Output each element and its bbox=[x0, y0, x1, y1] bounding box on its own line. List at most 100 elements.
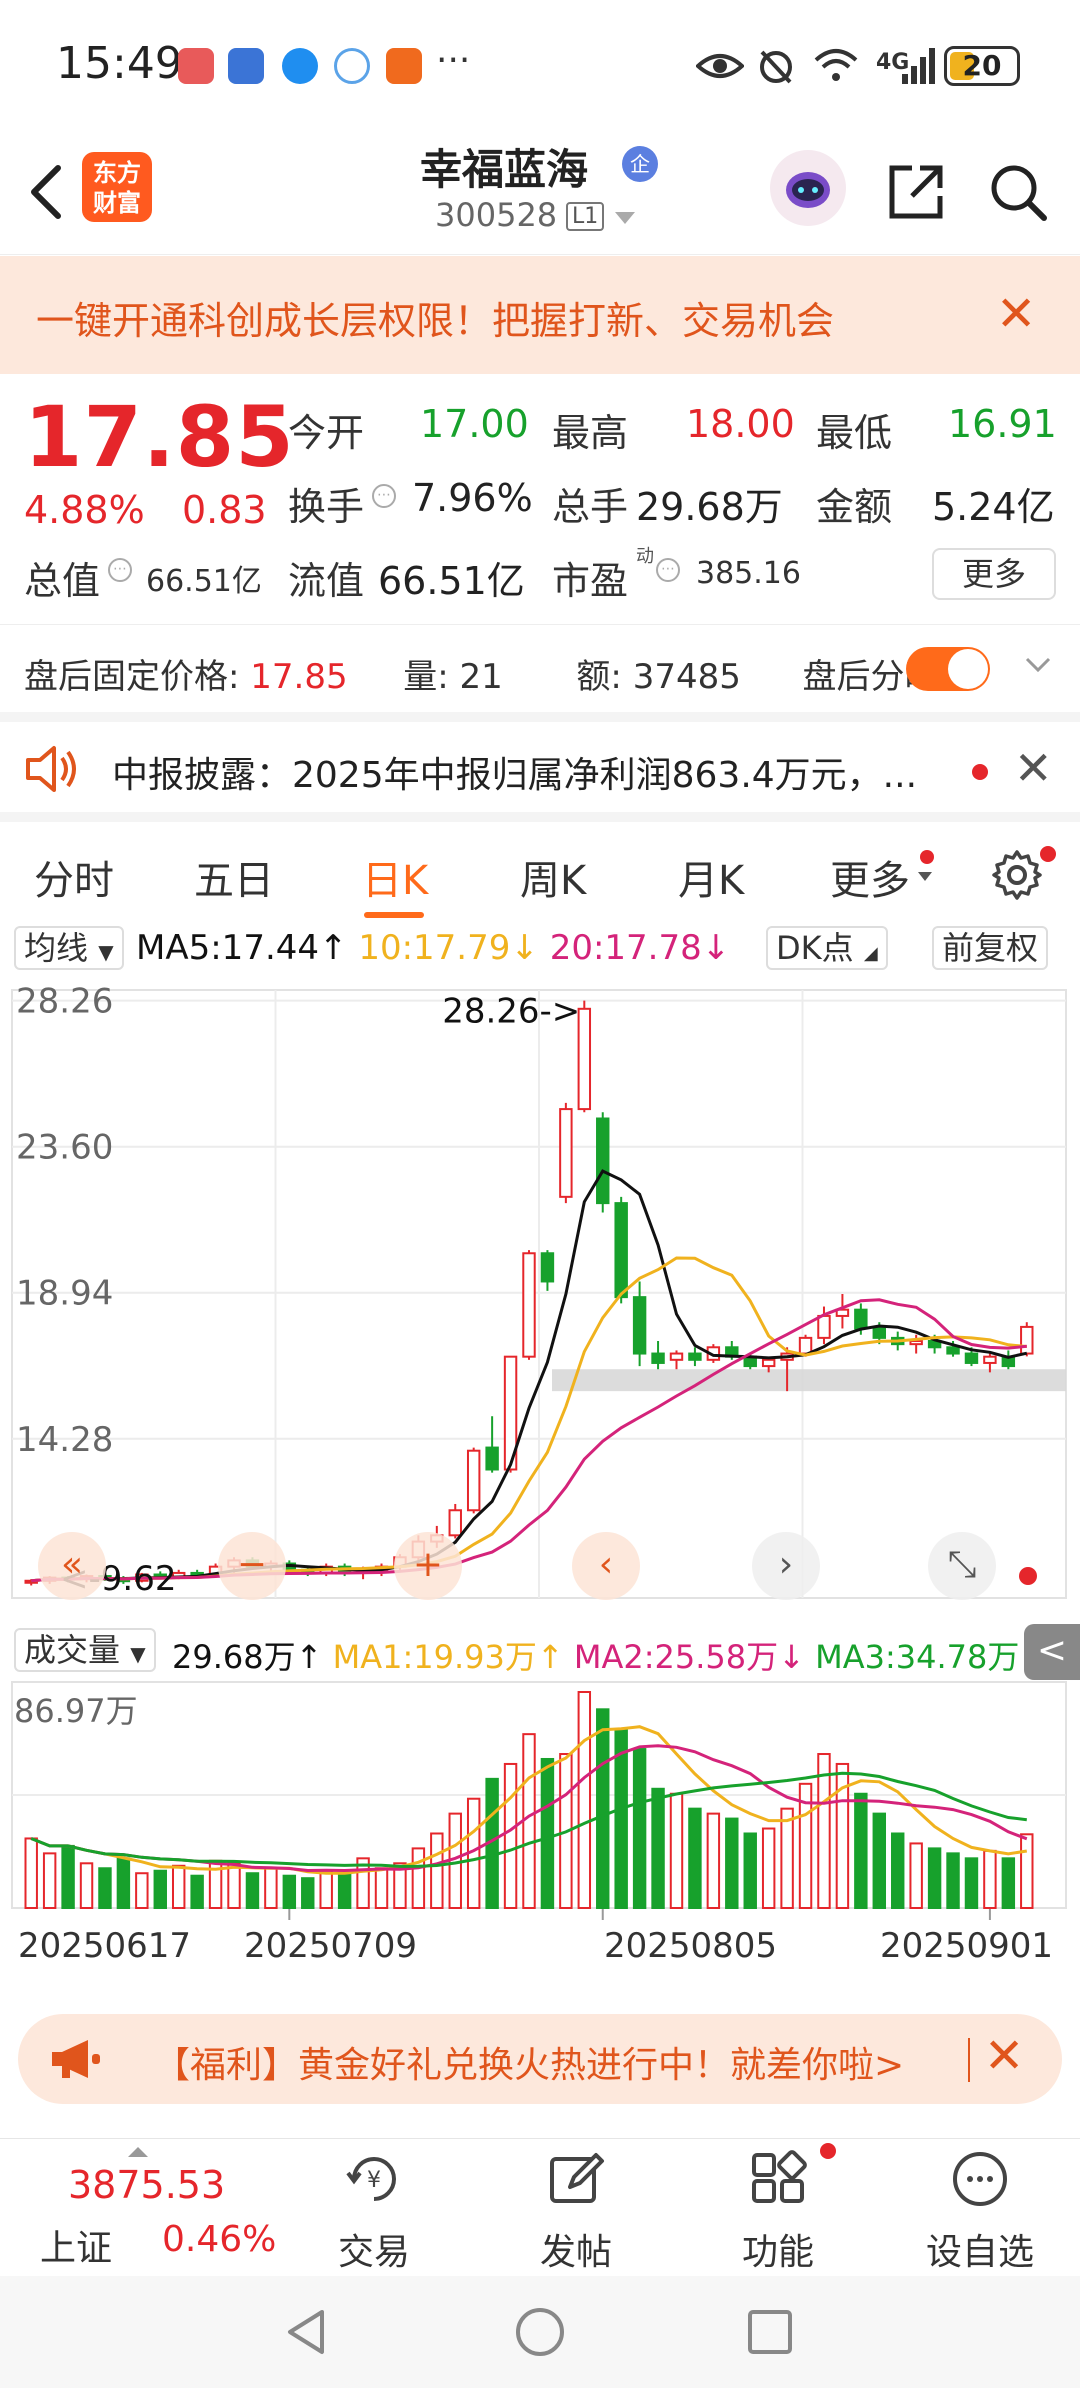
welfare-text[interactable]: 【福利】黄金好礼兑换火热进行中！就差你啦> bbox=[154, 2036, 974, 2088]
ma5-value: MA5:17.44↑ bbox=[136, 928, 348, 968]
brand-logo-line2: 财富 bbox=[93, 189, 141, 217]
volume-bar bbox=[135, 1872, 149, 1909]
dk-point-button[interactable]: DK点 ◢ bbox=[766, 926, 888, 970]
volume-bar bbox=[301, 1877, 315, 1909]
nav-functions[interactable]: 功能 bbox=[708, 2223, 848, 2275]
post-icon[interactable] bbox=[546, 2149, 606, 2209]
volume-bar bbox=[227, 1862, 241, 1909]
share-icon[interactable] bbox=[884, 160, 948, 224]
volume-bar bbox=[909, 1842, 923, 1910]
tab-daily-k[interactable]: 日K bbox=[362, 848, 428, 906]
gear-icon[interactable] bbox=[990, 848, 1044, 902]
pe-info-icon[interactable]: ⋯ bbox=[656, 558, 680, 582]
promo-text[interactable]: 一键开通科创成长层权限！把握打新、交易机会 bbox=[36, 290, 834, 345]
search-icon[interactable] bbox=[986, 160, 1050, 224]
candle-body bbox=[448, 1509, 462, 1537]
volume-select[interactable]: 成交量 ▼ bbox=[14, 1628, 156, 1672]
kline-chart[interactable]: 28.26 23.60 18.94 14.28 28.26-><-9.62 86.97… bbox=[0, 978, 1080, 1998]
news-text[interactable]: 中报披露：2025年中报归属净利润863.4万元，... bbox=[112, 746, 917, 798]
system-home-icon[interactable] bbox=[514, 2306, 566, 2358]
welfare-banner[interactable]: 【福利】黄金好礼兑换火热进行中！就差你啦> ✕ bbox=[18, 2014, 1062, 2104]
index-change-pct[interactable]: 0.46% bbox=[162, 2219, 276, 2260]
volume-bar bbox=[79, 1862, 94, 1909]
volume-bar bbox=[927, 1847, 942, 1910]
support-band bbox=[552, 1369, 1066, 1392]
nav-add-watchlist[interactable]: 设自选 bbox=[910, 2223, 1050, 2275]
y-tick-label: 28.26 bbox=[16, 982, 113, 1022]
tab-five-day[interactable]: 五日 bbox=[194, 848, 274, 906]
candle-body bbox=[632, 1296, 647, 1355]
loan-app-icon bbox=[386, 48, 422, 84]
code-dropdown-icon[interactable] bbox=[615, 212, 635, 224]
nav-trade[interactable]: 交易 bbox=[304, 2223, 444, 2275]
stock-code[interactable]: 300528 bbox=[435, 196, 557, 234]
ai-robot-icon[interactable] bbox=[770, 150, 846, 226]
status-bar: 15:49 ··· 4G 20 bbox=[0, 0, 1080, 130]
volume-bar bbox=[430, 1832, 444, 1910]
brand-logo[interactable]: 东方 财富 bbox=[82, 152, 152, 222]
candle-body bbox=[466, 1449, 481, 1512]
chevron-down-icon[interactable] bbox=[1024, 651, 1052, 679]
ma-values: MA5:17.44↑ 10:17.79↓ 20:17.78↓ bbox=[136, 928, 730, 968]
amount-label: 金额 bbox=[816, 485, 893, 529]
index-value[interactable]: 3875.53 bbox=[68, 2163, 225, 2207]
volume-bar bbox=[596, 1708, 610, 1909]
news-bar[interactable]: 中报披露：2025年中报归属净利润863.4万元，... ✕ bbox=[0, 712, 1080, 812]
chart-nav-icon: ⤡ bbox=[948, 1544, 977, 1585]
alarm-off-icon bbox=[760, 50, 792, 84]
turnover-value: 7.96% bbox=[412, 476, 533, 520]
nav-post[interactable]: 发帖 bbox=[506, 2223, 646, 2275]
apps-icon[interactable] bbox=[748, 2149, 808, 2209]
eye-icon bbox=[696, 54, 744, 78]
candle-body bbox=[651, 1352, 665, 1364]
promo-banner[interactable]: 一键开通科创成长层权限！把握打新、交易机会 ✕ bbox=[0, 256, 1080, 374]
volume-bar bbox=[61, 1844, 75, 1909]
market-cap-info-icon[interactable]: ⋯ bbox=[108, 558, 132, 582]
bottom-nav: 3875.53 上证 0.46% ¥ 交易 发帖 功能 设自选 bbox=[0, 2138, 1080, 2274]
index-expand-icon[interactable] bbox=[128, 2147, 148, 2157]
volume-bar bbox=[688, 1807, 702, 1909]
support-zone bbox=[552, 1369, 1066, 1392]
volume-bar bbox=[891, 1832, 905, 1910]
market-cap-label: 总值 bbox=[24, 559, 101, 603]
volume-select-caret-icon: ▼ bbox=[130, 1642, 146, 1666]
tab-monthly-k[interactable]: 月K bbox=[678, 848, 744, 906]
ma-select[interactable]: 均线 ▼ bbox=[14, 926, 124, 970]
system-back-icon[interactable] bbox=[282, 2306, 330, 2358]
tab-more[interactable]: 更多 bbox=[830, 848, 910, 906]
promo-close-icon[interactable]: ✕ bbox=[996, 286, 1036, 342]
candle-body bbox=[540, 1252, 555, 1283]
volume-bar bbox=[264, 1867, 278, 1909]
tab-intraday[interactable]: 分时 bbox=[34, 848, 114, 906]
volume-value: 29.68万↑ bbox=[172, 1638, 323, 1676]
volume-bar bbox=[577, 1691, 592, 1909]
index-name[interactable]: 上证 bbox=[40, 2219, 112, 2271]
level-badge[interactable]: L1 bbox=[566, 202, 605, 231]
welfare-close-icon[interactable]: ✕ bbox=[984, 2028, 1024, 2084]
volume-bar bbox=[669, 1792, 684, 1910]
more-button[interactable]: 更多 bbox=[932, 548, 1056, 600]
news-close-icon[interactable]: ✕ bbox=[1014, 740, 1053, 796]
volume-select-label: 成交量 bbox=[24, 1631, 121, 1669]
candle-body bbox=[485, 1446, 499, 1471]
price-extremes: 28.26-><-9.62 bbox=[60, 992, 580, 1599]
watchlist-icon[interactable] bbox=[950, 2149, 1010, 2209]
after-hours-toggle[interactable] bbox=[906, 647, 990, 691]
megaphone-icon bbox=[52, 2040, 100, 2078]
price-adjust-button[interactable]: 前复权 bbox=[932, 926, 1049, 970]
tab-weekly-k[interactable]: 周K bbox=[520, 848, 586, 906]
turnover-info-icon[interactable]: ⋯ bbox=[372, 484, 396, 508]
volume-bar bbox=[153, 1869, 167, 1910]
collapse-panel-button[interactable]: < bbox=[1024, 1624, 1080, 1680]
volume-bar bbox=[337, 1872, 352, 1909]
back-arrow-icon[interactable] bbox=[26, 162, 66, 222]
volume-bar bbox=[706, 1812, 721, 1909]
brand-logo-line1: 东方 bbox=[93, 159, 141, 187]
trade-icon[interactable]: ¥ bbox=[344, 2149, 404, 2209]
candle-body bbox=[872, 1327, 887, 1339]
candle-body bbox=[761, 1358, 776, 1368]
system-recents-icon[interactable] bbox=[746, 2308, 794, 2356]
volume-bar bbox=[540, 1757, 555, 1909]
volume-bar bbox=[743, 1832, 757, 1910]
turnover-label: 换手 bbox=[288, 485, 365, 529]
